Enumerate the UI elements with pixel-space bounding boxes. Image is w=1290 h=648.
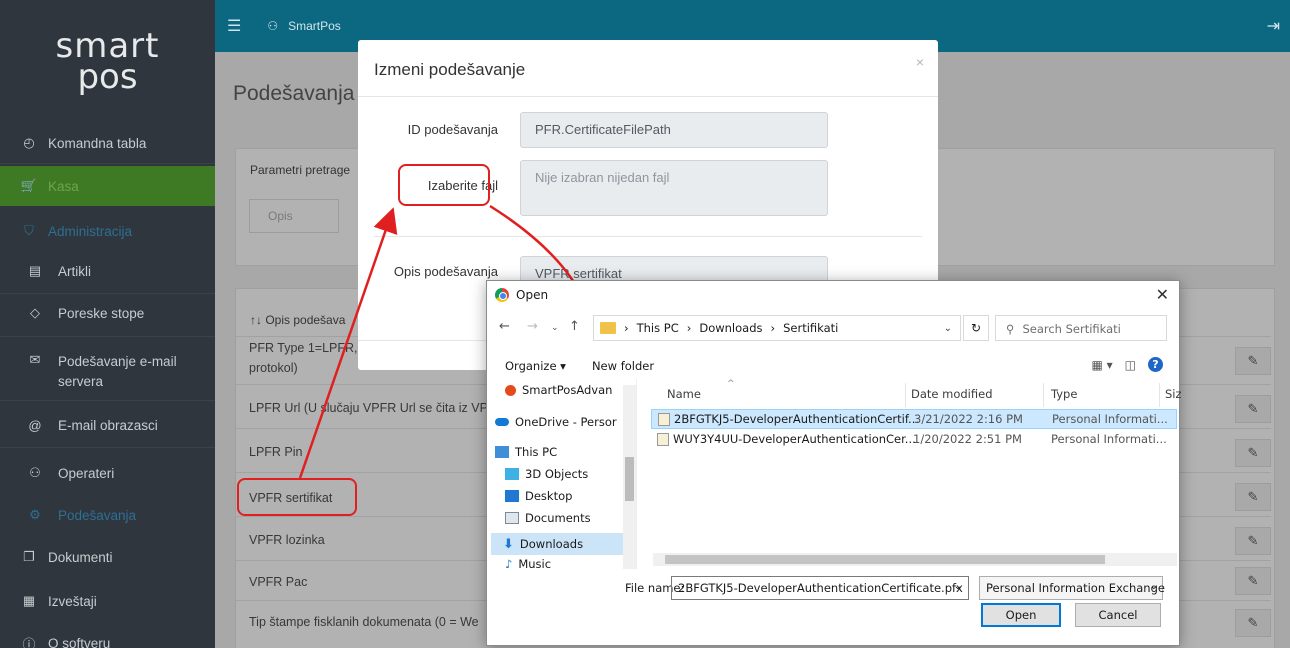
- new-folder-button[interactable]: New folder: [592, 359, 654, 373]
- address-bar[interactable]: › This PC › Downloads › Sertifikati ⌄: [593, 315, 961, 341]
- nav-smartposadvan[interactable]: SmartPosAdvan: [505, 383, 612, 397]
- organize-button[interactable]: Organize ▾: [505, 359, 566, 373]
- view-options-icon[interactable]: ▦ ▾: [1091, 358, 1112, 372]
- nav-documents[interactable]: Documents: [505, 511, 591, 525]
- nav-onedrive[interactable]: OneDrive - Persor: [495, 415, 617, 429]
- file-type: Personal Informati...: [1052, 412, 1168, 426]
- chrome-icon: [495, 288, 509, 302]
- nav-3d-objects[interactable]: 3D Objects: [505, 467, 588, 481]
- refresh-icon[interactable]: ↻: [963, 315, 989, 341]
- cancel-button[interactable]: Cancel: [1075, 603, 1161, 627]
- document-icon: [505, 512, 519, 524]
- dialog-toolbar: Organize ▾ New folder: [505, 359, 654, 373]
- breadcrumb-downloads[interactable]: Downloads: [699, 321, 762, 335]
- nav-music[interactable]: ♪ Music: [505, 557, 551, 569]
- file-list-scrollbar[interactable]: [653, 553, 1177, 566]
- nav-this-pc[interactable]: This PC: [495, 445, 557, 459]
- close-icon[interactable]: ✕: [1156, 285, 1169, 304]
- file-row[interactable]: WUY3Y4UU-DeveloperAuthenticationCer... 1…: [651, 429, 1177, 449]
- file-name-input[interactable]: 2BFGTKJ5-DeveloperAuthenticationCertific…: [671, 576, 969, 600]
- forward-icon[interactable]: →: [527, 319, 538, 334]
- file-type-select[interactable]: Personal Information Exchange ⌄: [979, 576, 1165, 600]
- dialog-titlebar: Open: [495, 288, 548, 302]
- app-icon: [505, 384, 516, 396]
- column-type[interactable]: Type: [1051, 387, 1077, 401]
- search-placeholder: Search Sertifikati: [1022, 322, 1121, 336]
- arrow-up-to-file-label: [298, 207, 398, 479]
- column-date[interactable]: Date modified: [911, 387, 993, 401]
- download-icon: ⬇: [503, 536, 514, 552]
- back-icon[interactable]: ←: [499, 319, 510, 334]
- file-name: WUY3Y4UU-DeveloperAuthenticationCer...: [673, 432, 916, 446]
- dialog-title: Open: [516, 288, 549, 302]
- file-name: 2BFGTKJ5-DeveloperAuthenticationCertif..…: [674, 412, 920, 426]
- desktop-icon: [505, 490, 519, 502]
- nav-scrollbar[interactable]: [623, 385, 636, 569]
- sort-icon: ^: [727, 379, 735, 389]
- search-icon: ⚲: [1006, 322, 1015, 336]
- file-type: Personal Informati...: [1051, 432, 1167, 446]
- search-input[interactable]: ⚲ Search Sertifikati: [995, 315, 1167, 341]
- music-icon: ♪: [505, 557, 513, 569]
- nav-desktop[interactable]: Desktop: [505, 489, 572, 503]
- recent-dropdown-icon[interactable]: ⌄: [551, 323, 559, 333]
- nav-downloads[interactable]: ⬇ Downloads: [491, 533, 623, 555]
- cloud-icon: [495, 418, 509, 426]
- certificate-icon: [658, 412, 670, 426]
- chevron-down-icon: ⌄: [1149, 581, 1158, 592]
- column-name[interactable]: Name: [667, 387, 701, 401]
- preview-pane-icon[interactable]: ◫: [1125, 358, 1136, 372]
- up-icon[interactable]: ↑: [569, 319, 580, 334]
- breadcrumb-sertifikati[interactable]: Sertifikati: [783, 321, 838, 335]
- file-date: 3/21/2022 2:16 PM: [914, 412, 1023, 426]
- computer-icon: [495, 446, 509, 458]
- file-row[interactable]: 2BFGTKJ5-DeveloperAuthenticationCertif..…: [651, 409, 1177, 429]
- cube-icon: [505, 468, 519, 480]
- open-file-dialog: Open ✕ ← → ⌄ ↑ › This PC › Downloads › S…: [486, 280, 1182, 646]
- navigation-pane: SmartPosAdvan OneDrive - Persor This PC …: [487, 379, 637, 569]
- help-icon[interactable]: ?: [1148, 357, 1163, 372]
- breadcrumb-this-pc[interactable]: This PC: [637, 321, 679, 335]
- chevron-down-icon[interactable]: ⌄: [954, 581, 962, 592]
- open-button[interactable]: Open: [981, 603, 1061, 627]
- certificate-icon: [657, 432, 669, 446]
- chevron-down-icon[interactable]: ⌄: [944, 323, 952, 334]
- file-date: 1/20/2022 2:51 PM: [913, 432, 1022, 446]
- folder-icon: [600, 322, 616, 334]
- view-buttons: ▦ ▾ ◫ ?: [1091, 357, 1163, 372]
- column-size[interactable]: Siz: [1165, 387, 1182, 401]
